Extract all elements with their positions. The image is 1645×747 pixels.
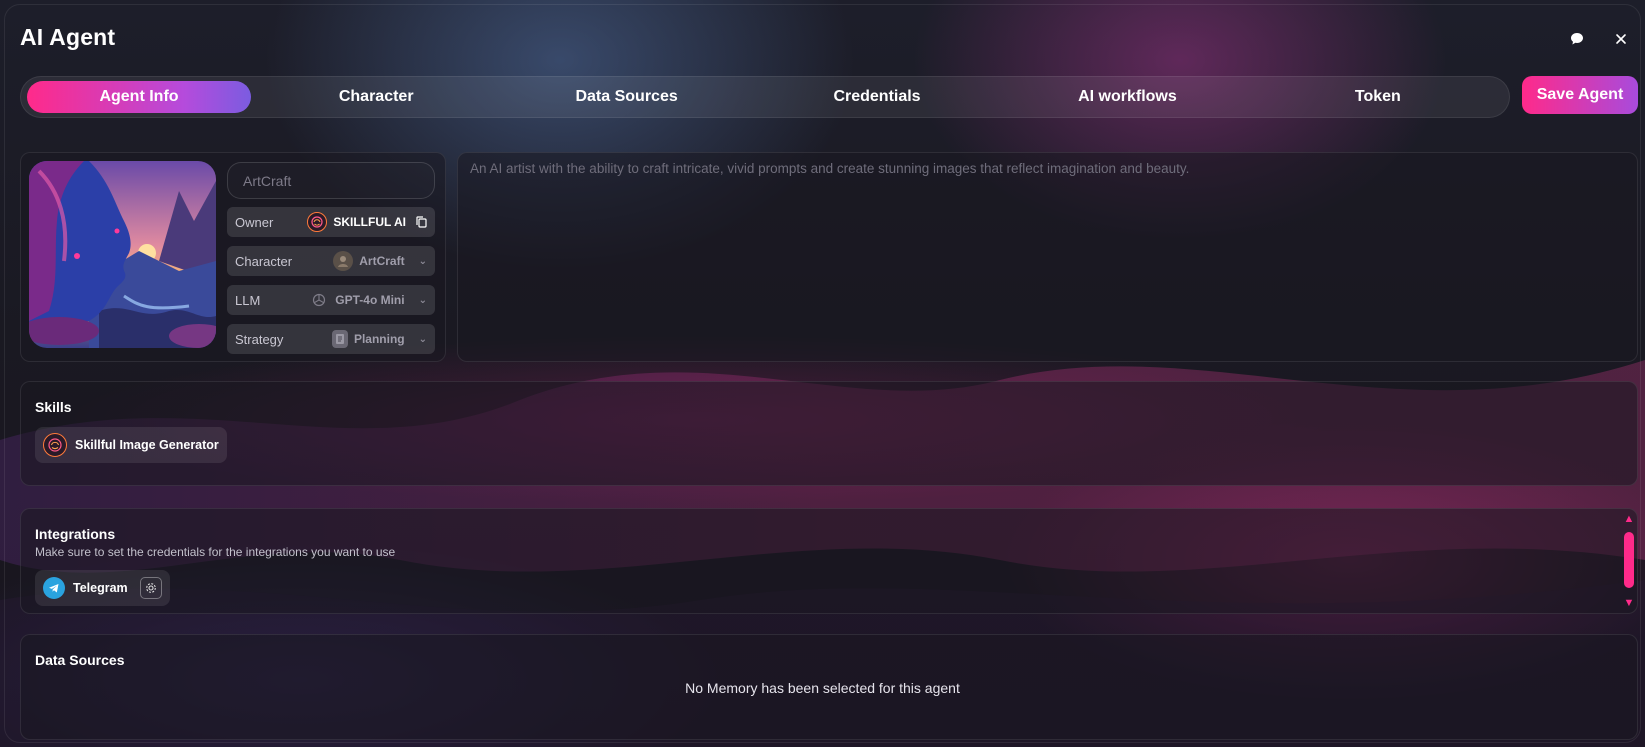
tab-bar: Agent Info Character Data Sources Creden… [20,76,1510,118]
strategy-value: Planning [353,332,405,346]
llm-select[interactable]: LLM GPT-4o Mini ⌄ [227,285,435,315]
tab-ai-workflows[interactable]: AI workflows [1002,81,1252,113]
llm-label: LLM [235,292,261,308]
character-label: Character [235,253,293,269]
telegram-icon [43,577,65,599]
page-title: AI Agent [20,24,116,50]
skill-label: Skillful Image Generator [75,438,219,452]
description-panel [457,152,1638,362]
copy-icon[interactable] [416,216,427,228]
data-sources-empty-message: No Memory has been selected for this age… [685,680,960,696]
integrations-title: Integrations [35,526,116,542]
owner-label: Owner [235,214,274,230]
agent-name-input[interactable]: ArtCraft [227,162,435,199]
strategy-label: Strategy [235,331,284,347]
character-select[interactable]: Character ArtCraft ⌄ [227,246,435,276]
gear-icon[interactable] [139,577,162,599]
chevron-down-icon: ⌄ [418,333,427,345]
clipboard-icon [331,330,348,348]
save-agent-button[interactable]: Save Agent [1522,76,1638,114]
character-value: ArtCraft [359,254,405,268]
integration-chip-telegram[interactable]: Telegram [35,570,170,606]
close-icon[interactable] [1610,28,1632,50]
tab-credentials[interactable]: Credentials [752,81,1002,113]
tab-character[interactable]: Character [251,81,501,113]
agent-description[interactable]: An AI artist with the ability to craft i… [470,161,1590,176]
chevron-down-icon: ⌄ [418,294,427,306]
skill-chip[interactable]: Skillful Image Generator [35,427,227,463]
skills-panel [20,381,1638,486]
owner-value: SKILLFUL AI [333,215,406,229]
strategy-select[interactable]: Strategy Planning ⌄ [227,324,435,354]
skills-title: Skills [35,399,72,415]
chevron-down-icon: ⌄ [418,255,427,267]
chat-icon[interactable] [1566,28,1588,50]
brain-icon [43,433,67,457]
owner-field: Owner SKILLFUL AI [227,207,435,237]
scrollbar-thumb[interactable] [1624,532,1634,588]
tab-agent-info[interactable]: Agent Info [27,81,251,113]
tab-data-sources[interactable]: Data Sources [501,81,751,113]
data-sources-title: Data Sources [35,652,125,668]
integration-label: Telegram [73,581,128,595]
integrations-subtitle: Make sure to set the credentials for the… [35,545,396,559]
scroll-up-arrow[interactable]: ▲ [1622,513,1636,525]
tab-token[interactable]: Token [1253,81,1503,113]
integrations-panel [20,508,1638,614]
character-avatar [333,251,354,271]
openai-icon [309,290,329,310]
scroll-down-arrow[interactable]: ▼ [1622,597,1636,609]
agent-avatar[interactable] [29,161,216,348]
brain-icon [307,212,328,232]
llm-value: GPT-4o Mini [335,293,405,307]
